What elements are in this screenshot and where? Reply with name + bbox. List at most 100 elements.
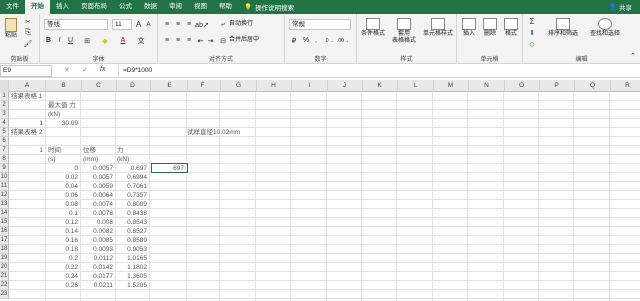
cell-d10[interactable]: 0.6994: [115, 173, 150, 182]
cell-c15[interactable]: 0.008: [81, 218, 116, 227]
column-header-p[interactable]: P: [539, 80, 575, 92]
accounting-format-icon[interactable]: ₽: [289, 35, 299, 46]
font-name-select[interactable]: 等线: [44, 19, 108, 30]
cell-a4[interactable]: 1: [9, 119, 46, 128]
column-header-c[interactable]: C: [81, 80, 117, 92]
find-select-button[interactable]: 查找和选择: [585, 18, 625, 38]
column-header-d[interactable]: D: [115, 80, 151, 92]
italic-button[interactable]: I: [55, 35, 64, 46]
column-header-h[interactable]: H: [256, 80, 292, 92]
tab-help[interactable]: 帮助: [213, 0, 238, 14]
cell-b17[interactable]: 0.16: [46, 236, 81, 245]
format-painter-icon[interactable]: 🖌: [22, 39, 34, 48]
row-header-4[interactable]: 4: [0, 119, 9, 128]
decrease-indent-icon[interactable]: ⇤: [196, 35, 205, 46]
tab-page-layout[interactable]: 页面布局: [75, 0, 113, 14]
cut-icon[interactable]: ✂: [22, 17, 34, 26]
column-header-o[interactable]: O: [504, 80, 540, 92]
cell-d11[interactable]: 0.7061: [115, 182, 150, 191]
tell-me-search[interactable]: 💡 操作说明搜索: [238, 2, 300, 12]
cell-b11[interactable]: 0.04: [46, 182, 81, 191]
row-header-5[interactable]: 5: [0, 128, 9, 137]
cell-c16[interactable]: 0.0082: [81, 227, 116, 236]
autosum-icon[interactable]: Σ: [527, 17, 537, 26]
row-header-10[interactable]: 10: [0, 173, 9, 182]
row-header-18[interactable]: 18: [0, 245, 9, 254]
align-top-icon[interactable]: ≡: [162, 19, 172, 30]
cancel-icon[interactable]: ✕: [64, 66, 70, 74]
increase-decimal-icon[interactable]: .0→: [323, 35, 335, 46]
column-header-a[interactable]: A: [9, 80, 46, 92]
tab-data[interactable]: 数据: [138, 0, 163, 14]
delete-cells-button[interactable]: 删除: [480, 18, 500, 38]
cell-b8[interactable]: (s): [48, 155, 56, 164]
insert-cells-button[interactable]: 插入: [459, 18, 479, 38]
row-header-15[interactable]: 15: [0, 218, 9, 227]
conditional-formatting-button[interactable]: 条件格式: [359, 18, 387, 38]
wrap-text-button[interactable]: 自动换行: [229, 21, 253, 28]
cell-a7[interactable]: 1: [9, 146, 46, 155]
paste-button[interactable]: 粘贴: [2, 18, 20, 40]
cell-c14[interactable]: 0.0078: [81, 209, 116, 218]
row-header-22[interactable]: 22: [0, 281, 9, 290]
merge-center-button[interactable]: 合并后居中: [229, 37, 259, 44]
column-header-n[interactable]: N: [469, 80, 505, 92]
cell-b9[interactable]: 0: [46, 164, 81, 173]
row-header-2[interactable]: 2: [0, 101, 9, 110]
tab-home[interactable]: 开始: [25, 0, 50, 14]
bold-button[interactable]: B: [44, 35, 53, 46]
fill-color-icon[interactable]: ◆: [98, 35, 112, 46]
cell-b20[interactable]: 0.22: [46, 263, 81, 272]
cell-b4[interactable]: 30.09: [46, 119, 81, 128]
cell-b12[interactable]: 0.06: [46, 191, 81, 200]
align-center-icon[interactable]: ≡: [173, 35, 183, 46]
worksheet-grid[interactable]: 1 2 3 4 5 6 7 8 9 10 11 12 13 14 15 16 17 18 19 20 21 22 23 结果表…: [0, 92, 640, 301]
cell-d13[interactable]: 0.8009: [115, 200, 150, 209]
row-header-7[interactable]: 7: [0, 146, 9, 155]
font-color-icon[interactable]: A: [116, 35, 130, 46]
cell-b2[interactable]: 最大值 力: [48, 101, 76, 110]
cell-a1[interactable]: 结果表格 1: [11, 92, 42, 101]
number-format-select[interactable]: 常规: [289, 19, 351, 30]
enter-icon[interactable]: ✓: [82, 66, 88, 74]
fill-icon[interactable]: ⬇: [527, 28, 537, 37]
row-header-8[interactable]: 8: [0, 155, 9, 164]
cell-c7[interactable]: 位移: [83, 146, 96, 155]
cell-c20[interactable]: 0.0142: [81, 263, 116, 272]
font-size-select[interactable]: 11: [112, 19, 132, 30]
cell-a5[interactable]: 结果表格 2: [11, 128, 42, 137]
column-header-g[interactable]: G: [221, 80, 257, 92]
column-header-i[interactable]: I: [292, 80, 328, 92]
cell-d12[interactable]: 0.7357: [115, 191, 150, 200]
insert-function-icon[interactable]: fx: [100, 66, 105, 73]
cell-d9[interactable]: 0.697: [115, 164, 150, 173]
cell-b3[interactable]: (kN): [48, 110, 60, 119]
phonetic-icon[interactable]: 文: [134, 35, 148, 46]
wrap-text-icon[interactable]: ⤶: [218, 19, 228, 30]
row-header-1[interactable]: 1: [0, 92, 9, 101]
cell-c18[interactable]: 0.0093: [81, 245, 116, 254]
row-header-12[interactable]: 12: [0, 191, 9, 200]
tab-file[interactable]: 文件: [0, 0, 25, 14]
cell-b18[interactable]: 0.18: [46, 245, 81, 254]
column-header-j[interactable]: J: [327, 80, 363, 92]
cell-b7[interactable]: 时间: [48, 146, 61, 155]
cell-c21[interactable]: 0.0177: [81, 272, 116, 281]
cell-c13[interactable]: 0.0074: [81, 200, 116, 209]
cell-d21[interactable]: 1.3605: [115, 272, 150, 281]
cell-b19[interactable]: 0.2: [46, 254, 81, 263]
shrink-font-icon[interactable]: A: [144, 19, 153, 30]
row-header-13[interactable]: 13: [0, 200, 9, 209]
column-header-r[interactable]: R: [610, 80, 640, 92]
clear-icon[interactable]: ◇: [527, 39, 537, 48]
cell-d18[interactable]: 0.9053: [115, 245, 150, 254]
cell-b10[interactable]: 0.02: [46, 173, 81, 182]
row-header-3[interactable]: 3: [0, 110, 9, 119]
cell-d7[interactable]: 力: [117, 146, 124, 155]
share-button[interactable]: 👤 共享: [609, 2, 640, 12]
cell-d14[interactable]: 0.8438: [115, 209, 150, 218]
cell-b16[interactable]: 0.14: [46, 227, 81, 236]
cell-d16[interactable]: 0.8527: [115, 227, 150, 236]
increase-indent-icon[interactable]: ⇥: [206, 35, 215, 46]
name-box[interactable]: E9: [0, 65, 52, 77]
